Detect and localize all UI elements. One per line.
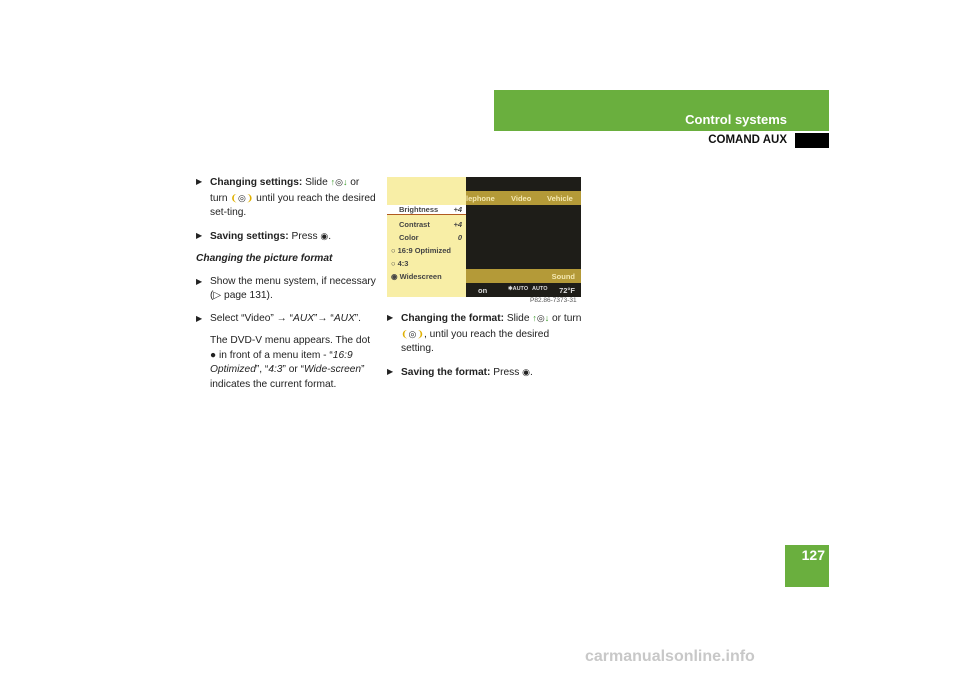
instruction-changing-format: ▶ Changing the format: Slide ↑◎↓ or turn … xyxy=(387,313,582,354)
video-settings-menu: Brightness +4 Contrast +4 Color 0 ○ 16:9 Op… xyxy=(387,177,466,297)
bottom-menu-bar: Sound xyxy=(466,269,581,283)
menu-item-color: Color 0 xyxy=(399,233,462,242)
bullet-arrow-icon: ▶ xyxy=(196,276,203,286)
left-column: ▶ Changing settings: Slide ↑◎↓ or turn ❨◎… xyxy=(196,175,376,400)
slide-controller-icon: ↑◎↓ xyxy=(532,313,550,323)
instruction-saving-settings: ▶ Saving settings: Press ◉. xyxy=(196,230,332,242)
section-header-band: Control systems xyxy=(494,90,829,131)
menu-item-widescreen: ◉ Widescreen xyxy=(391,272,442,281)
menu-item-contrast: Contrast +4 xyxy=(399,220,462,229)
bullet-arrow-icon: ▶ xyxy=(196,177,203,186)
instruction-select-video: ▶ Select “Video” → “AUX”→ “AUX”. xyxy=(196,312,376,327)
turn-controller-icon: ❨◎❩ xyxy=(230,192,254,203)
turn-controller-icon: ❨◎❩ xyxy=(401,328,424,339)
section-marker xyxy=(795,133,829,148)
watermark: carmanualsonline.info xyxy=(585,648,755,665)
bullet-arrow-icon: ▶ xyxy=(387,366,394,376)
right-column: ▶ Changing the format: Slide ↑◎↓ or turn … xyxy=(387,311,582,388)
section-heading: Changing the picture format xyxy=(196,253,333,264)
bullet-arrow-icon: ▶ xyxy=(196,230,203,240)
page-number: 127 xyxy=(801,547,825,563)
image-reference: P82.86-7373-31 xyxy=(530,297,577,304)
slide-controller-icon: ↑◎↓ xyxy=(330,177,348,187)
instruction-show-menu: ▶ Show the menu system, if necessary (▷ p… xyxy=(196,275,376,302)
menu-item-4-3: ○ 4:3 xyxy=(391,259,409,268)
bullet-arrow-icon: ▶ xyxy=(196,313,203,323)
press-controller-icon: ◉ xyxy=(522,366,530,377)
manual-page: Control systems COMAND AUX 127 ▶ Changing… xyxy=(0,0,960,678)
menu-item-brightness: Brightness +4 xyxy=(387,205,466,215)
bullet-arrow-icon: ▶ xyxy=(387,313,394,322)
note-dvd-menu: The DVD-V menu appears. The dot ● in fro… xyxy=(210,335,371,390)
instruction-saving-format: ▶ Saving the format: Press ◉. xyxy=(387,366,533,378)
menu-item-16-9: ○ 16:9 Optimized xyxy=(391,246,451,255)
section-title: Control systems xyxy=(685,112,787,127)
comand-screen-image: lephone Video Vehicle Sound on ✱AUTO AUT… xyxy=(387,177,581,297)
instruction-changing-settings: ▶ Changing settings: Slide ↑◎↓ or turn ❨◎… xyxy=(196,177,376,218)
subsection-title: COMAND AUX xyxy=(708,134,787,146)
page-number-box: 127 xyxy=(785,545,829,587)
top-menu-bar: lephone Video Vehicle xyxy=(466,191,581,205)
